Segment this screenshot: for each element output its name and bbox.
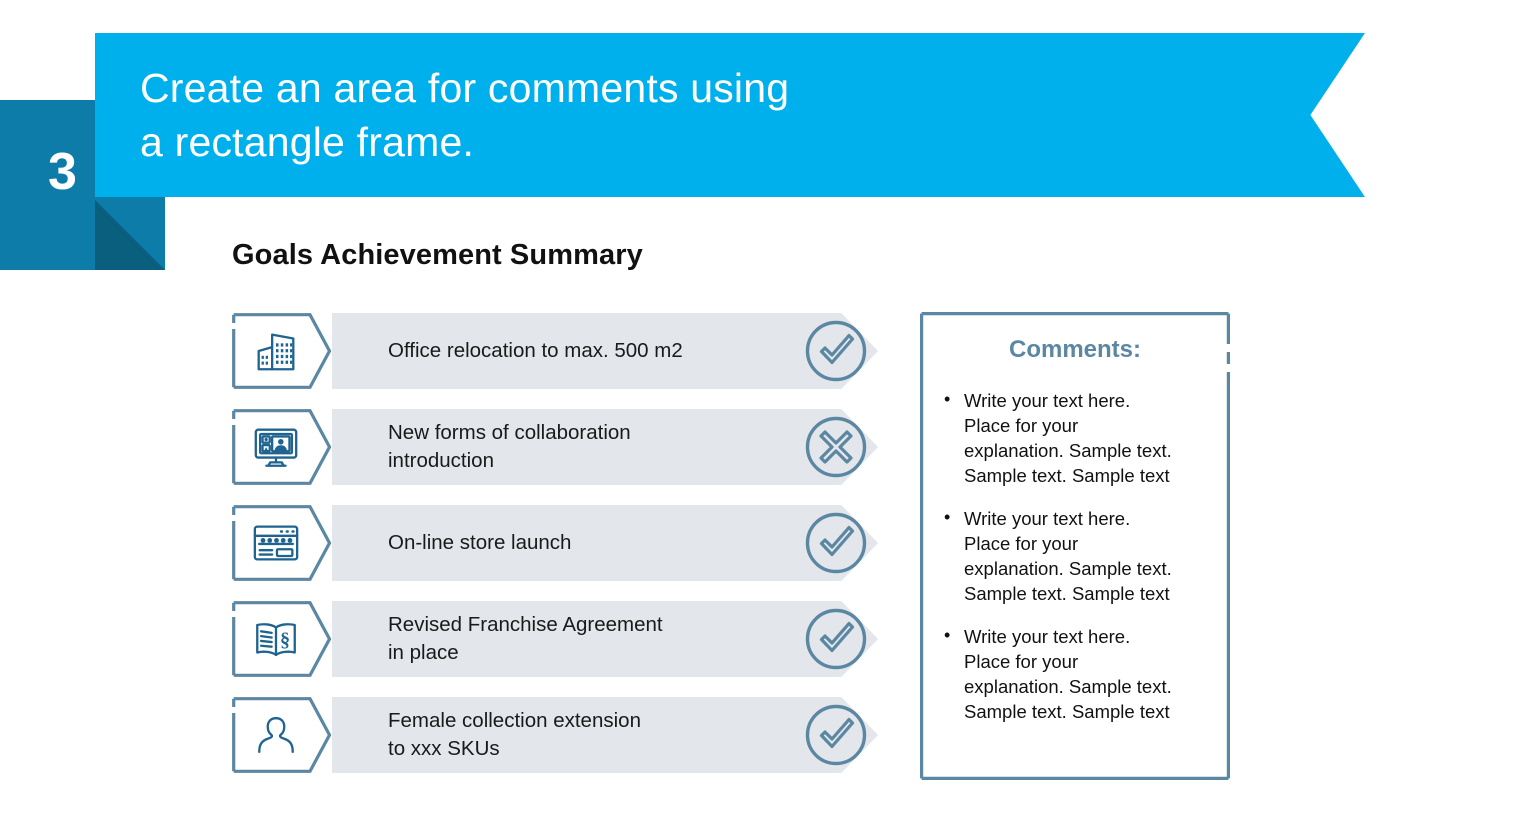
person-silhouette-icon [251,710,301,760]
comments-bullet-list: • Write your text here. Place for your ex… [938,388,1214,742]
svg-text:§: § [280,629,290,651]
goal-icon-badge[interactable] [232,505,332,581]
goal-label: New forms of collaboration introduction [388,421,631,472]
header-banner: Create an area for comments using a rect… [95,33,1365,197]
status-achieved-icon[interactable] [800,507,872,579]
comment-text: Write your text here. Place for your exp… [964,626,1172,722]
comments-heading: Comments: [1008,336,1141,363]
goal-label: Office relocation to max. 500 m2 [388,339,683,362]
goal-icon-badge[interactable] [232,313,332,389]
video-conference-monitor-icon [251,422,301,472]
goal-label: On-line store launch [388,531,572,554]
status-achieved-icon[interactable] [800,315,872,387]
bullet-glyph: • [944,507,951,527]
comment-item: • Write your text here. Place for your ex… [938,388,1214,488]
law-book-icon: § [251,614,301,664]
goal-row[interactable]: New forms of collaboration introduction [232,409,892,485]
check-circle-icon [805,320,867,382]
office-building-icon [257,333,295,371]
badge-corner-fold [95,200,165,270]
goal-row[interactable]: § Revised Franchise Agreement in place [232,601,892,677]
status-not-achieved-icon[interactable] [800,411,872,483]
goals-list: Office relocation to max. 500 m2 New for… [232,313,892,793]
goal-row[interactable]: On-line store launch [232,505,892,581]
goal-row[interactable]: Office relocation to max. 500 m2 [232,313,892,389]
video-conference-monitor-icon [254,428,298,467]
comment-item: • Write your text here. Place for your ex… [938,624,1214,724]
check-circle-icon [805,704,867,766]
status-achieved-icon[interactable] [800,699,872,771]
goal-label: Revised Franchise Agreement in place [388,613,663,664]
person-silhouette-icon [258,717,294,753]
law-book-icon: § [256,623,296,657]
goal-icon-badge[interactable] [232,697,332,773]
bullet-glyph: • [944,389,951,409]
goal-icon-badge[interactable] [232,409,332,485]
bullet-glyph: • [944,625,951,645]
goal-icon-badge[interactable]: § [232,601,332,677]
online-store-browser-icon [253,525,299,561]
check-circle-icon [805,608,867,670]
office-building-icon [251,326,301,376]
status-achieved-icon[interactable] [800,603,872,675]
goal-row[interactable]: Female collection extension to xxx SKUs [232,697,892,773]
goal-label: Female collection extension to xxx SKUs [388,709,641,760]
check-circle-icon [805,512,867,574]
slide-canvas: 3 Create an area for comments using a re… [0,0,1536,827]
comments-frame[interactable]: Comments: • Write your text here. Place f… [920,312,1230,780]
comment-item: • Write your text here. Place for your ex… [938,506,1214,606]
online-store-browser-icon [251,518,301,568]
comment-text: Write your text here. Place for your exp… [964,508,1172,604]
cross-circle-icon [805,416,867,478]
slide-title: Create an area for comments using a rect… [140,65,790,165]
section-title: Goals Achievement Summary [232,239,643,271]
comment-text: Write your text here. Place for your exp… [964,390,1172,486]
